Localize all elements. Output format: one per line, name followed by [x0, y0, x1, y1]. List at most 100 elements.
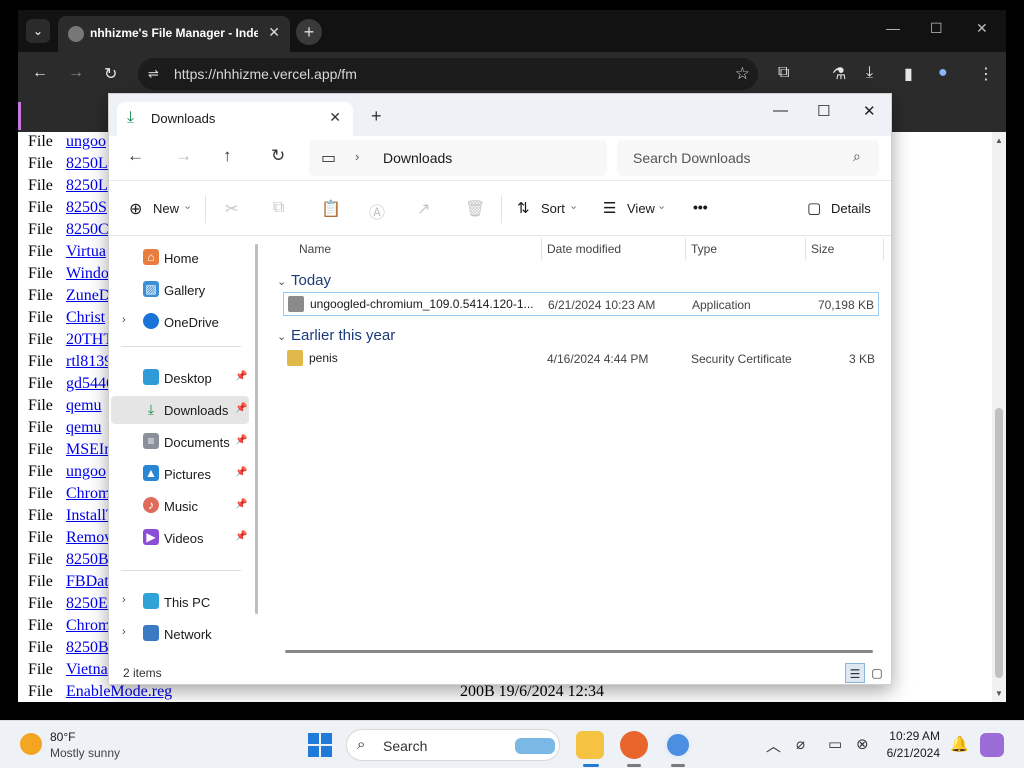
- copy-icon[interactable]: ⧉: [273, 199, 284, 217]
- new-tab-button[interactable]: +: [371, 106, 382, 127]
- delete-icon[interactable]: 🗑: [465, 199, 485, 219]
- chevron-right-icon[interactable]: ›: [122, 594, 126, 606]
- page-file-link[interactable]: Chrom: [66, 485, 110, 502]
- page-file-link[interactable]: Chrom: [66, 617, 110, 634]
- sidebar-item-pictures[interactable]: ▲ Pictures 📌: [111, 460, 249, 488]
- new-tab-button[interactable]: +: [296, 19, 322, 45]
- firefox-icon[interactable]: [620, 731, 648, 759]
- explorer-search-input[interactable]: [617, 140, 879, 176]
- network-icon[interactable]: ⌀: [796, 735, 805, 753]
- address-bar[interactable]: ⇌ https://nhhizme.vercel.app/fm ☆: [138, 58, 758, 90]
- back-icon[interactable]: ←: [32, 64, 48, 82]
- page-file-link[interactable]: Virtua: [66, 243, 106, 260]
- download-icon[interactable]: ⤓: [866, 64, 873, 82]
- file-row[interactable]: penis 4/16/2024 4:44 PM Security Certifica…: [283, 347, 879, 371]
- bookmark-item[interactable]: [18, 102, 21, 130]
- scroll-thumb[interactable]: [995, 408, 1003, 678]
- minimize-icon[interactable]: —: [773, 102, 788, 119]
- page-file-link[interactable]: qemu: [66, 397, 102, 414]
- page-file-link[interactable]: 8250L: [66, 177, 108, 194]
- chevron-down-icon[interactable]: ⌄: [183, 199, 192, 212]
- volume-icon[interactable]: ⊗: [856, 735, 869, 753]
- page-file-link[interactable]: Vietna: [66, 661, 108, 678]
- chevron-down-icon[interactable]: ⌄: [569, 199, 578, 212]
- horizontal-scrollbar[interactable]: [285, 650, 873, 653]
- profile-avatar-icon[interactable]: ●: [938, 64, 948, 82]
- chevron-right-icon[interactable]: ›: [122, 626, 126, 638]
- page-file-link[interactable]: MSEIn: [66, 441, 112, 458]
- page-file-link[interactable]: ungoo: [66, 463, 106, 480]
- page-file-link[interactable]: Christ: [66, 309, 105, 326]
- side-panel-icon[interactable]: ▮: [904, 64, 913, 84]
- clock-time[interactable]: 10:29 AM: [886, 729, 940, 743]
- view-button[interactable]: View: [627, 201, 655, 216]
- details-view-icon[interactable]: ☰: [845, 663, 865, 683]
- sort-button[interactable]: Sort: [541, 201, 565, 216]
- sidebar-item-network[interactable]: › Network: [111, 620, 249, 648]
- forward-icon[interactable]: →: [175, 146, 192, 166]
- file-explorer-icon[interactable]: [576, 731, 604, 759]
- scroll-down-icon[interactable]: ▼: [995, 689, 1003, 698]
- copilot-icon[interactable]: [980, 733, 1004, 757]
- pin-icon[interactable]: 📌: [235, 435, 247, 446]
- bookmark-star-icon[interactable]: ☆: [735, 64, 750, 84]
- breadcrumb-downloads[interactable]: Downloads: [383, 150, 452, 166]
- sidebar-item-documents[interactable]: ≡ Documents 📌: [111, 428, 249, 456]
- paste-icon[interactable]: 📋: [321, 199, 341, 219]
- column-header-size[interactable]: Size: [811, 242, 834, 256]
- page-file-link[interactable]: EnableMode.reg: [66, 683, 172, 700]
- sidebar-scrollbar[interactable]: [255, 244, 258, 614]
- details-button[interactable]: Details: [831, 201, 871, 216]
- tiles-view-icon[interactable]: ▢: [867, 663, 887, 683]
- sidebar-item-videos[interactable]: ▶ Videos 📌: [111, 524, 249, 552]
- explorer-tab-downloads[interactable]: ⤓ Downloads ✕: [117, 102, 353, 136]
- reload-icon[interactable]: ↻: [104, 64, 117, 84]
- page-file-link[interactable]: qemu: [66, 419, 102, 436]
- back-icon[interactable]: ←: [127, 146, 144, 166]
- page-file-link[interactable]: ungoo: [66, 133, 106, 150]
- pin-icon[interactable]: 📌: [235, 499, 247, 510]
- close-window-icon[interactable]: ✕: [976, 20, 988, 37]
- forward-icon[interactable]: →: [68, 64, 84, 82]
- taskbar-search[interactable]: ⌕ Search: [346, 729, 560, 761]
- pin-icon[interactable]: 📌: [235, 403, 247, 414]
- page-file-link[interactable]: 8250B: [66, 551, 109, 568]
- explorer-address-bar[interactable]: ▭ › Downloads: [309, 140, 607, 176]
- site-info-icon[interactable]: ⇌: [148, 66, 159, 82]
- clock-date[interactable]: 6/21/2024: [876, 746, 940, 760]
- chevron-right-icon[interactable]: ›: [122, 314, 126, 326]
- page-file-link[interactable]: FBDat: [66, 573, 109, 590]
- refresh-icon[interactable]: ↻: [271, 146, 285, 166]
- weather-temperature[interactable]: 80°F: [50, 730, 75, 744]
- minimize-icon[interactable]: —: [886, 20, 900, 36]
- scroll-up-icon[interactable]: ▲: [995, 136, 1003, 145]
- page-file-link[interactable]: 8250B: [66, 639, 109, 656]
- page-file-link[interactable]: 20THT: [66, 331, 113, 348]
- pin-icon[interactable]: 📌: [235, 467, 247, 478]
- browser-tab-active[interactable]: nhhizme's File Manager - Index ✕: [58, 16, 290, 52]
- breadcrumb-chevron-icon[interactable]: ›: [355, 149, 359, 164]
- page-file-link[interactable]: ZuneD: [66, 287, 110, 304]
- start-button[interactable]: [308, 733, 332, 757]
- pin-icon[interactable]: 📌: [235, 531, 247, 542]
- pin-icon[interactable]: 📌: [235, 371, 247, 382]
- group-header-earlier[interactable]: ⌄ Earlier this year: [277, 327, 395, 344]
- chevron-down-icon[interactable]: ⌄: [277, 330, 291, 343]
- sidebar-item-desktop[interactable]: Desktop 📌: [111, 364, 249, 392]
- sun-icon[interactable]: [20, 733, 42, 755]
- file-row[interactable]: ungoogled-chromium_109.0.5414.120-1.... 6…: [283, 292, 879, 316]
- up-arrow-icon[interactable]: ↑: [223, 146, 232, 166]
- chrome-icon[interactable]: [664, 731, 692, 759]
- share-icon[interactable]: ↗: [417, 199, 430, 219]
- cut-icon[interactable]: ✂: [225, 199, 238, 219]
- sidebar-item-gallery[interactable]: ▨ Gallery: [111, 276, 249, 304]
- monitor-icon[interactable]: ▭: [321, 148, 336, 168]
- close-icon[interactable]: ✕: [268, 24, 280, 41]
- sidebar-item-music[interactable]: ♪ Music 📌: [111, 492, 249, 520]
- more-options-icon[interactable]: •••: [693, 199, 708, 215]
- address-url[interactable]: https://nhhizme.vercel.app/fm: [174, 66, 357, 82]
- maximize-icon[interactable]: ☐: [930, 20, 943, 37]
- page-file-link[interactable]: gd5446: [66, 375, 114, 392]
- page-scrollbar[interactable]: ▲ ▼: [992, 132, 1006, 702]
- sidebar-item-this-pc[interactable]: › This PC: [111, 588, 249, 616]
